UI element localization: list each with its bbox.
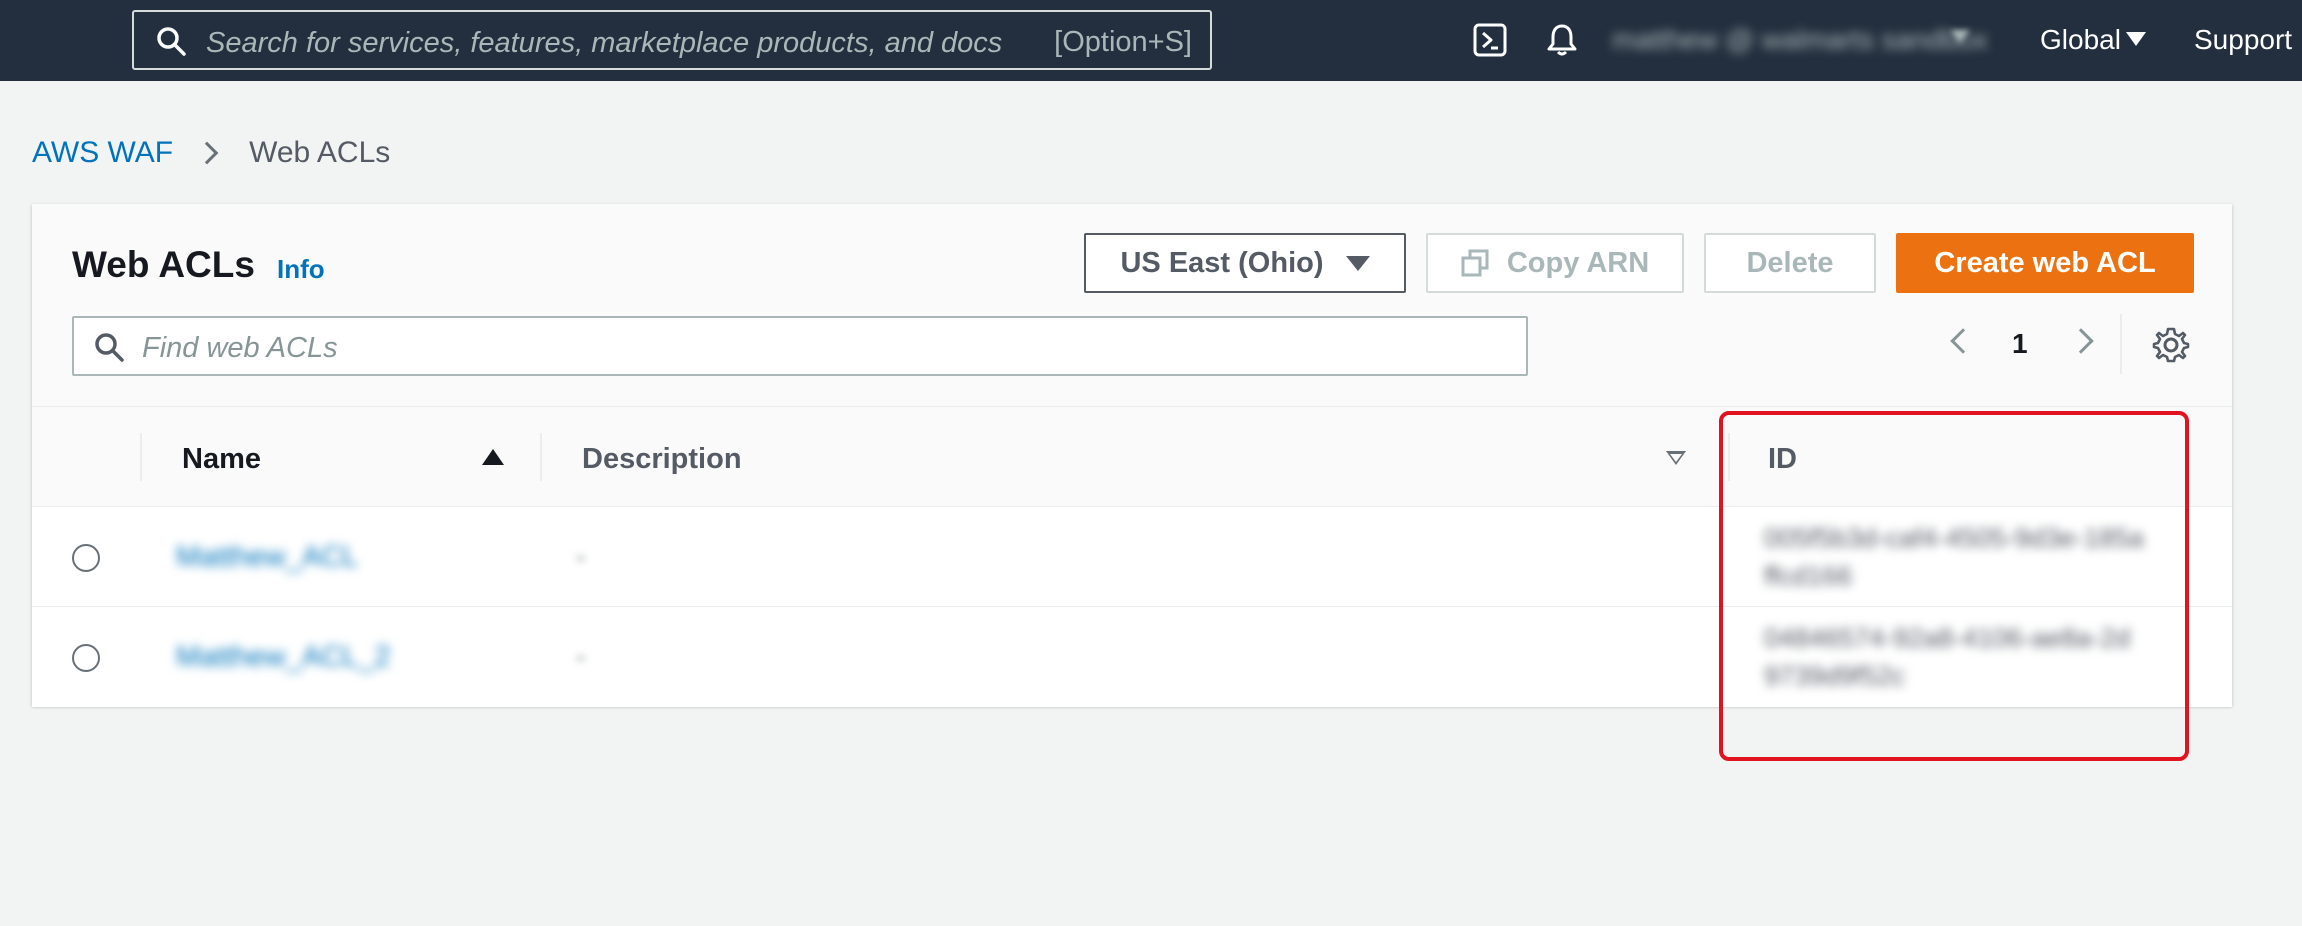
- search-shortcut-hint: [Option+S]: [1054, 26, 1192, 58]
- region-select-value: US East (Ohio): [1120, 246, 1324, 279]
- sort-descending-icon[interactable]: [1666, 451, 1686, 465]
- column-header-description[interactable]: Description: [582, 443, 742, 476]
- top-navigation-bar: Search for services, features, marketpla…: [0, 0, 2302, 81]
- delete-button[interactable]: Delete: [1704, 233, 1876, 293]
- region-menu-label[interactable]: Global: [2040, 24, 2121, 56]
- row-select-radio[interactable]: [72, 644, 100, 672]
- filter-placeholder: Find web ACLs: [142, 332, 338, 364]
- current-page-number[interactable]: 1: [2012, 328, 2028, 360]
- web-acl-description: -: [576, 541, 586, 573]
- previous-page-icon[interactable]: [1950, 328, 1976, 354]
- column-header-name[interactable]: Name: [182, 443, 261, 476]
- breadcrumb-aws-waf[interactable]: AWS WAF: [32, 136, 173, 170]
- create-web-acl-button[interactable]: Create web ACL: [1896, 233, 2194, 293]
- breadcrumb: AWS WAF Web ACLs: [32, 136, 390, 170]
- account-menu-label[interactable]: matthew @ walmarts sandbox: [1612, 24, 1987, 56]
- region-select[interactable]: US East (Ohio): [1084, 233, 1406, 293]
- search-placeholder: Search for services, features, marketpla…: [206, 27, 1003, 59]
- gear-icon[interactable]: [2152, 326, 2190, 364]
- search-icon: [95, 333, 124, 362]
- copy-arn-label: Copy ARN: [1506, 246, 1650, 279]
- web-acl-name-link[interactable]: Matthew_ACL: [176, 541, 358, 574]
- breadcrumb-web-acls: Web ACLs: [249, 136, 391, 169]
- delete-label: Delete: [1746, 246, 1834, 279]
- column-separator: [140, 433, 142, 481]
- copy-icon: [1461, 249, 1489, 277]
- region-chevron-down-icon[interactable]: [2126, 32, 2146, 46]
- web-acl-name-link[interactable]: Matthew_ACL_2: [176, 641, 390, 674]
- row-select-radio[interactable]: [72, 544, 100, 572]
- search-icon: [157, 27, 186, 56]
- id-column-highlight-box: [1719, 411, 2189, 761]
- account-chevron-down-icon[interactable]: [1950, 30, 1970, 43]
- caret-down-icon: [1345, 255, 1370, 271]
- web-acl-description: -: [576, 641, 586, 673]
- global-search-input[interactable]: Search for services, features, marketpla…: [132, 10, 1212, 70]
- page-title: Web ACLs: [72, 244, 255, 285]
- find-web-acls-input[interactable]: Find web ACLs: [72, 316, 1528, 376]
- column-separator: [540, 433, 542, 481]
- support-menu-label[interactable]: Support: [2194, 24, 2292, 56]
- next-page-icon[interactable]: [2068, 328, 2094, 354]
- chevron-right-icon: [195, 141, 219, 165]
- copy-arn-button[interactable]: Copy ARN: [1426, 233, 1684, 293]
- info-link[interactable]: Info: [277, 254, 325, 285]
- bell-icon[interactable]: [1544, 22, 1580, 58]
- create-web-acl-label: Create web ACL: [1934, 246, 2156, 279]
- pager-divider: [2120, 314, 2122, 374]
- panel-header: Web ACLs Info US East (Ohio) Copy ARN De…: [32, 204, 2232, 407]
- sort-ascending-icon[interactable]: [482, 449, 504, 465]
- cloudshell-icon[interactable]: [1472, 22, 1508, 58]
